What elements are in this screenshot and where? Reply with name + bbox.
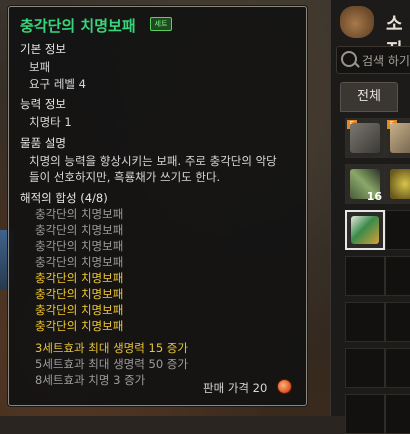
- stat-line: 치명타 1: [29, 115, 72, 129]
- item-name: 충각단의 치명보패: [20, 17, 136, 35]
- search-placeholder: 검색 하기: [362, 54, 410, 68]
- bag-icon: [340, 6, 374, 38]
- set-bonus-inactive: 5세트효과 최대 생명력 50 증가: [35, 357, 188, 371]
- set-piece-inactive: 충각단의 치명보패: [35, 239, 124, 253]
- sell-price: 판매 가격 20: [203, 381, 268, 395]
- set-piece-inactive: 충각단의 치명보패: [35, 207, 124, 221]
- set-bonus-active: 3세트효과 최대 생명력 15 증가: [35, 341, 188, 355]
- item-count: 16: [366, 190, 382, 203]
- item-icon: [390, 123, 410, 153]
- coin-icon: [277, 379, 292, 394]
- inventory-slot[interactable]: [345, 302, 385, 342]
- set-piece-active: 충각단의 치명보패: [35, 303, 124, 317]
- inventory-slot[interactable]: E: [385, 118, 410, 158]
- set-bonus-inactive: 8세트효과 치명 3 증가: [35, 373, 146, 387]
- inventory-slot[interactable]: [385, 348, 410, 388]
- description-header: 물품 설명: [20, 136, 66, 150]
- search-icon: [341, 51, 357, 67]
- armor-item-icon: [350, 123, 380, 153]
- inventory-slot[interactable]: [385, 210, 410, 250]
- description-line: 치명의 능력을 향상시키는 보패. 주로 충각단의 악당: [29, 154, 277, 168]
- set-piece-active: 충각단의 치명보패: [35, 319, 124, 333]
- inventory-slot[interactable]: 16: [345, 164, 385, 204]
- basic-info-header: 기본 정보: [20, 42, 66, 56]
- inventory-slot[interactable]: [385, 164, 410, 204]
- inventory-slot-selected[interactable]: [345, 210, 385, 250]
- set-piece-inactive: 충각단의 치명보패: [35, 223, 124, 237]
- stats-header: 능력 정보: [20, 97, 66, 111]
- set-piece-active: 충각단의 치명보패: [35, 287, 124, 301]
- item-type: 보패: [29, 60, 51, 74]
- description-line: 들이 선호하지만, 흑룡채가 쓰기도 한다.: [29, 170, 221, 184]
- tab-all[interactable]: 전체: [340, 82, 398, 112]
- treasure-item-icon: [351, 216, 379, 244]
- item-tooltip: 충각단의 치명보패 세트 기본 정보 보패 요구 레벨 4 능력 정보 치명타 …: [8, 6, 307, 406]
- required-level: 요구 레벨 4: [29, 77, 86, 91]
- inventory-slot[interactable]: [385, 256, 410, 296]
- inventory-slot[interactable]: [385, 302, 410, 342]
- set-header: 해적의 합성 (4/8): [20, 191, 108, 205]
- set-badge-icon: 세트: [150, 17, 172, 31]
- inventory-slot[interactable]: E: [345, 118, 385, 158]
- set-piece-inactive: 충각단의 치명보패: [35, 255, 124, 269]
- inventory-slot[interactable]: [385, 394, 410, 434]
- set-piece-active: 충각단의 치명보패: [35, 271, 124, 285]
- inventory-slot[interactable]: [345, 348, 385, 388]
- inventory-slot[interactable]: [345, 394, 385, 434]
- item-icon: [390, 169, 410, 199]
- inventory-slot[interactable]: [345, 256, 385, 296]
